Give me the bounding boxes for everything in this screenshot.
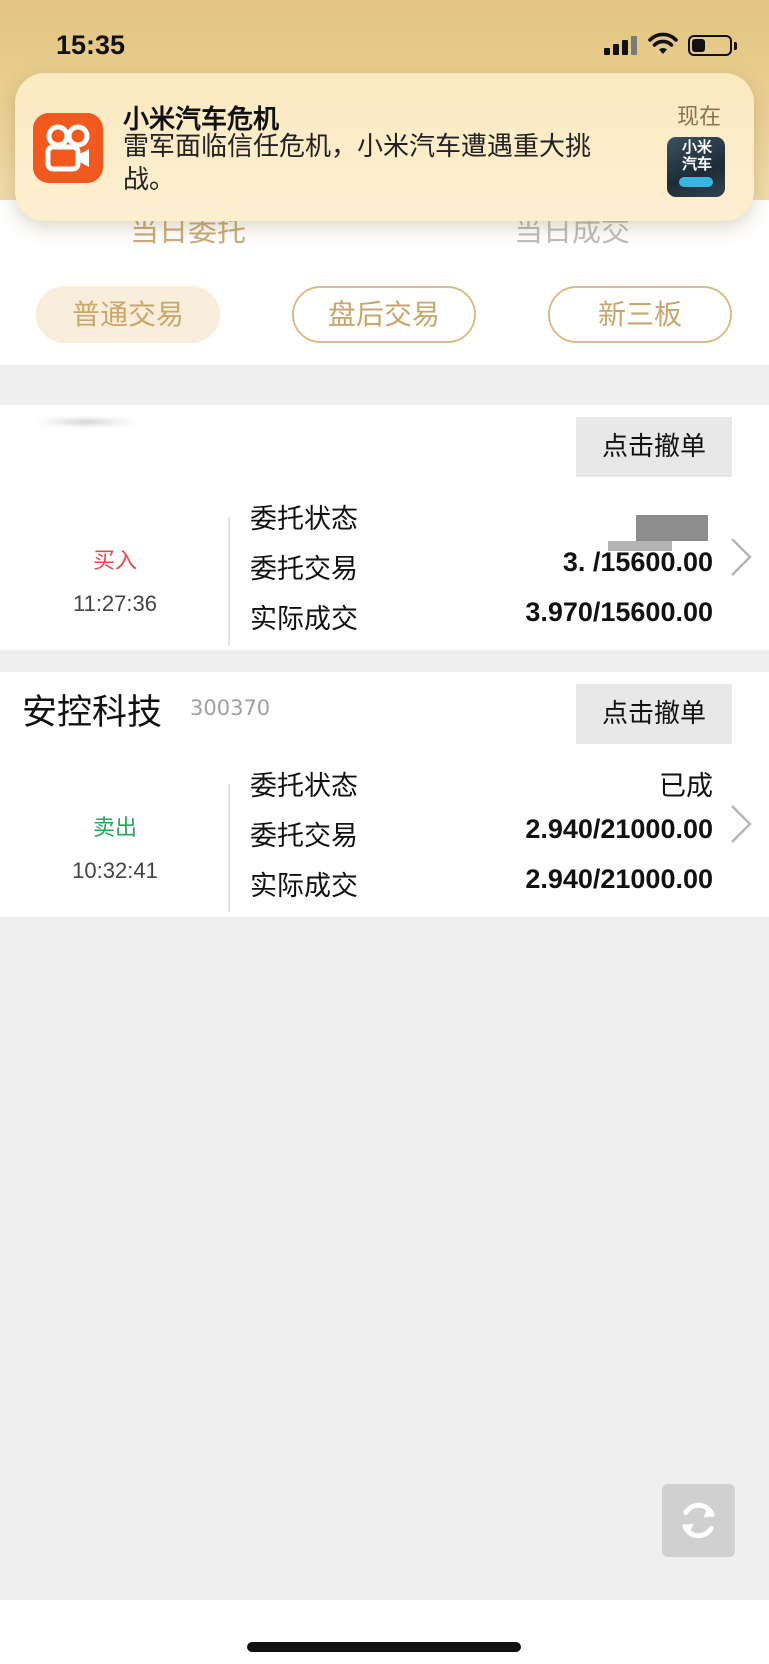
redaction-block: [608, 541, 672, 551]
entrust-value: 3. /15600.00: [562, 547, 713, 577]
order-side: 买入: [92, 549, 137, 574]
stock-name-obscured: [36, 419, 136, 425]
stock-name: 安控科技: [22, 693, 163, 733]
stock-code: 300370: [190, 696, 271, 720]
entrust-label: 委托交易: [250, 821, 358, 852]
vertical-divider: [228, 517, 230, 645]
cancel-order-button[interactable]: 点击撤单: [576, 684, 732, 744]
status-label: 委托状态: [250, 771, 358, 802]
redaction-block: [636, 515, 708, 541]
kuaishou-app-icon: [33, 113, 103, 183]
filter-neeq[interactable]: 新三板: [548, 286, 732, 343]
chevron-right-icon[interactable]: [728, 535, 754, 579]
battery-level: [692, 39, 705, 52]
order-card[interactable]: 点击撤单 买入 11:27:36 委托状态 委托交易 3. /15600.00 …: [0, 405, 769, 650]
bottom-bar: [0, 1600, 769, 1664]
order-side: 卖出: [92, 816, 137, 841]
refresh-icon: [682, 1502, 715, 1539]
home-indicator[interactable]: [247, 1642, 521, 1652]
notification-time: 现在: [677, 105, 722, 130]
entrust-label: 委托交易: [250, 554, 358, 585]
notification-body: 雷军面临信任危机，小米汽车遭遇重大挑战。: [123, 132, 592, 195]
trade-type-filter: 普通交易 盘后交易 新三板: [0, 250, 769, 365]
order-time: 11:27:36: [72, 591, 157, 616]
status-value: 已成: [659, 771, 713, 802]
actual-label: 实际成交: [250, 604, 358, 635]
notification-banner[interactable]: 小米汽车危机 雷军面临信任危机，小米汽车遭遇重大挑战。 现在 小米 汽车: [15, 73, 754, 221]
actual-value: 2.940/21000.00: [525, 864, 713, 894]
actual-label: 实际成交: [250, 871, 358, 902]
refresh-button[interactable]: [662, 1484, 735, 1557]
actual-value: 3.970/15600.00: [525, 597, 713, 627]
notification-thumbnail: 小米 汽车: [667, 137, 725, 197]
filter-after-hours-trade[interactable]: 盘后交易: [292, 286, 476, 343]
cellular-signal-icon: [604, 32, 640, 58]
chevron-right-icon[interactable]: [728, 802, 754, 846]
battery-tip: [734, 42, 737, 50]
car-shape: [679, 177, 713, 187]
status-time: 15:35: [56, 30, 126, 60]
order-time: 10:32:41: [72, 858, 158, 883]
order-card[interactable]: 安控科技 300370 点击撤单 卖出 10:32:41 委托状态 已成 委托交…: [0, 672, 769, 917]
cancel-order-button[interactable]: 点击撤单: [576, 417, 732, 477]
filter-normal-trade[interactable]: 普通交易: [36, 286, 220, 343]
battery-icon: [688, 35, 732, 56]
vertical-divider: [228, 784, 230, 912]
thumbnail-text: 小米 汽车: [681, 138, 712, 173]
entrust-value: 2.940/21000.00: [525, 814, 713, 844]
wifi-icon: [648, 32, 678, 54]
status-label: 委托状态: [250, 504, 358, 535]
